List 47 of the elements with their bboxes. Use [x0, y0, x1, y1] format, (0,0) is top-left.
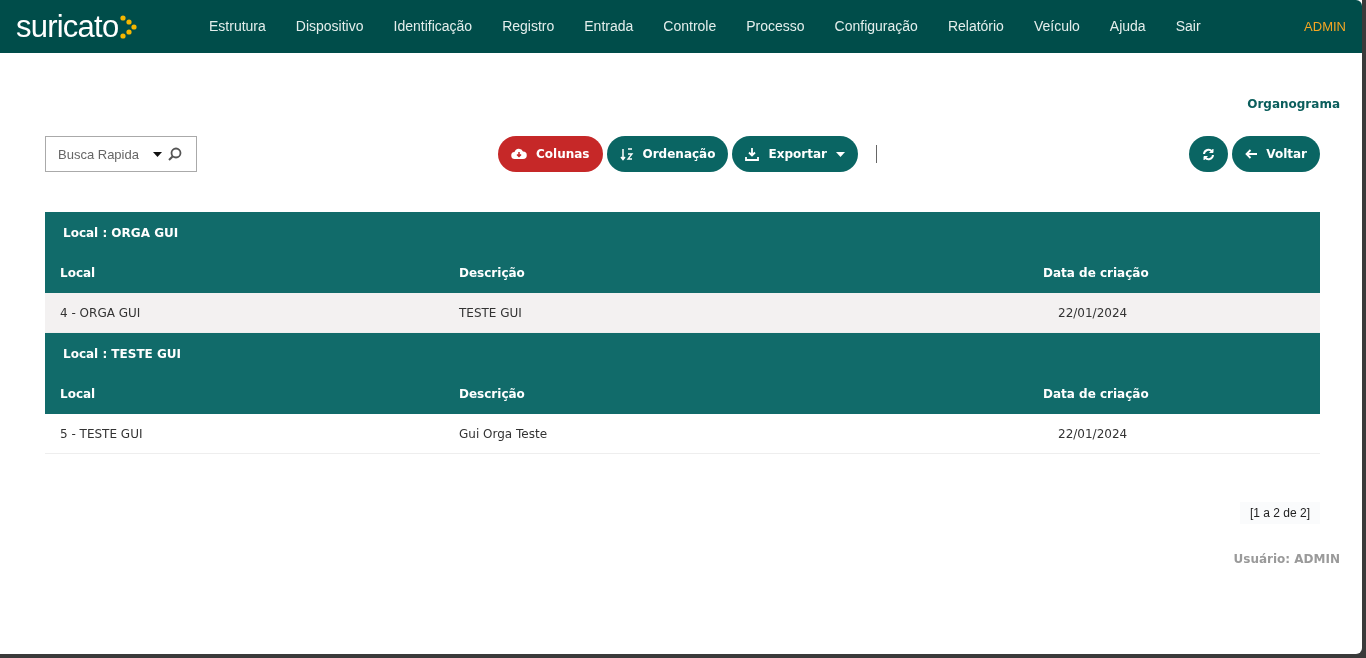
- table-cell-text: 22/01/2024: [1057, 425, 1129, 443]
- table-cell-text: Gui Orga Teste: [459, 425, 549, 443]
- column-header: Descrição: [459, 386, 526, 403]
- column-header: Descrição: [459, 265, 526, 282]
- download-icon: [745, 147, 760, 161]
- table-cell-text: 22/01/2024: [1057, 304, 1129, 322]
- nav-link[interactable]: Veículo: [1033, 16, 1080, 37]
- logo-dots-icon: [119, 13, 138, 40]
- export-button[interactable]: Exportar: [732, 136, 858, 172]
- nav-link[interactable]: Relatório: [947, 16, 1004, 37]
- table-cell-text: 5 - TESTE GUI: [60, 425, 144, 443]
- column-header: Local: [60, 265, 97, 282]
- nav-link[interactable]: Sair: [1175, 16, 1201, 37]
- nav-link[interactable]: Controle: [663, 16, 717, 37]
- caret-icon: [835, 151, 845, 157]
- group-title: Local : ORGA GUI: [63, 224, 179, 242]
- pagination-info: [1 a 2 de 2]: [1239, 502, 1320, 524]
- footer-user: Usuário: ADMIN: [1233, 551, 1340, 568]
- nav-link[interactable]: Estrutura: [209, 16, 266, 37]
- nav-link[interactable]: Dispositivo: [295, 16, 364, 37]
- nav-link[interactable]: Ajuda: [1109, 16, 1146, 37]
- refresh-icon: [1202, 147, 1216, 161]
- back-button[interactable]: Voltar: [1232, 136, 1320, 172]
- group-title: Local : TESTE GUI: [63, 345, 181, 363]
- nav-link[interactable]: Entrada: [584, 16, 634, 37]
- table-cell-text: TESTE GUI: [459, 304, 523, 322]
- quick-search-field[interactable]: Busca Rapida: [45, 136, 197, 172]
- nav-link[interactable]: Configuração: [834, 16, 918, 37]
- nav-link[interactable]: Identificação: [393, 16, 473, 37]
- table-row[interactable]: 4 - ORGA GUI TESTE GUI 22/01/2024: [45, 293, 1320, 333]
- logo-text: suricato: [16, 11, 119, 42]
- table-cell-text: 4 - ORGA GUI: [60, 304, 142, 322]
- nav-link[interactable]: Registro: [502, 16, 555, 37]
- column-header: Data de criação: [1043, 265, 1150, 282]
- caret-icon: [153, 152, 162, 157]
- search-icon: [168, 147, 182, 161]
- sort-icon: [619, 147, 634, 161]
- organogram-link[interactable]: Organograma: [1247, 95, 1340, 115]
- cloud-download-icon: [511, 148, 527, 160]
- column-header: Data de criação: [1043, 386, 1150, 403]
- column-header: Local: [60, 386, 97, 403]
- nav-link[interactable]: Processo: [746, 16, 805, 37]
- arrow-left-icon: [1245, 149, 1258, 159]
- refresh-button[interactable]: [1189, 136, 1229, 172]
- user-name[interactable]: ADMIN: [1304, 16, 1346, 37]
- columns-button[interactable]: Colunas: [498, 136, 603, 172]
- sort-button[interactable]: Ordenação: [606, 136, 729, 172]
